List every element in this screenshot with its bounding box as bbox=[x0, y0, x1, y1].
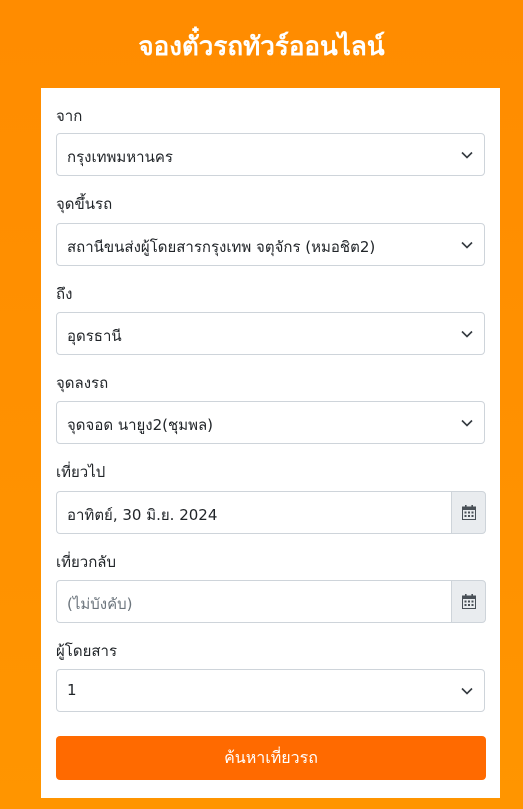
passengers-label: ผู้โดยสาร bbox=[56, 642, 118, 660]
dropoff-value: จุดจอด นายูง2(ชุมพล) bbox=[67, 416, 214, 434]
chevron-down-icon bbox=[461, 151, 473, 159]
to-select[interactable]: อุดรธานี bbox=[56, 312, 485, 355]
search-trips-button[interactable]: ค้นหาเที่ยวรถ bbox=[56, 736, 486, 780]
from-value: กรุงเทพมหานคร bbox=[67, 148, 173, 166]
to-label: ถึง bbox=[56, 285, 73, 303]
from-select[interactable]: กรุงเทพมหานคร bbox=[56, 133, 485, 176]
calendar-icon bbox=[462, 594, 476, 609]
chevron-down-icon bbox=[461, 330, 473, 338]
passengers-select[interactable]: 1 bbox=[56, 669, 485, 712]
booking-form: จาก กรุงเทพมหานคร จุดขึ้นรถ สถานีขนส่งผู… bbox=[41, 88, 500, 798]
calendar-icon bbox=[462, 505, 476, 520]
boarding-label: จุดขึ้นรถ bbox=[56, 195, 113, 213]
return-date-placeholder: (ไม่บังคับ) bbox=[67, 595, 133, 613]
chevron-down-icon bbox=[461, 241, 473, 249]
return-calendar-button[interactable] bbox=[451, 580, 486, 623]
return-date-input[interactable]: (ไม่บังคับ) bbox=[56, 580, 452, 623]
to-value: อุดรธานี bbox=[67, 327, 122, 345]
passengers-value: 1 bbox=[67, 681, 77, 699]
boarding-value: สถานีขนส่งผู้โดยสารกรุงเทพ จตุจักร (หมอช… bbox=[67, 238, 376, 256]
depart-date-value: อาทิตย์, 30 มิ.ย. 2024 bbox=[67, 506, 218, 524]
page-title: จองตั๋วรถทัวร์ออนไลน์ bbox=[138, 32, 385, 62]
dropoff-select[interactable]: จุดจอด นายูง2(ชุมพล) bbox=[56, 401, 485, 444]
return-label: เที่ยวกลับ bbox=[56, 553, 117, 571]
dropoff-label: จุดลงรถ bbox=[56, 374, 109, 392]
boarding-select[interactable]: สถานีขนส่งผู้โดยสารกรุงเทพ จตุจักร (หมอช… bbox=[56, 223, 485, 266]
chevron-down-icon bbox=[461, 419, 473, 427]
depart-calendar-button[interactable] bbox=[451, 491, 486, 534]
chevron-down-icon bbox=[461, 687, 473, 695]
depart-label: เที่ยวไป bbox=[56, 463, 106, 481]
from-label: จาก bbox=[56, 107, 83, 125]
depart-date-input[interactable]: อาทิตย์, 30 มิ.ย. 2024 bbox=[56, 491, 452, 534]
